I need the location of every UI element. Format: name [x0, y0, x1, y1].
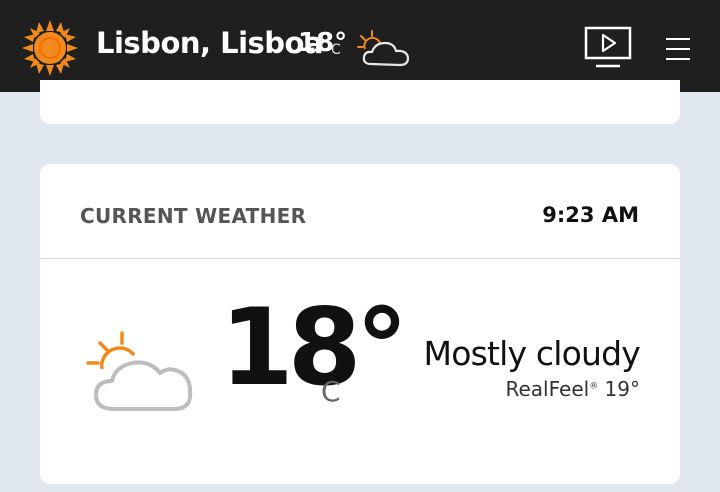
- card-title: CURRENT WEATHER: [80, 204, 307, 228]
- partly-cloudy-icon: [86, 331, 193, 411]
- weather-phrase: Mostly cloudy: [423, 334, 641, 373]
- hamburger-menu-icon[interactable]: [664, 36, 692, 62]
- realfeel-label: RealFeel: [505, 377, 590, 401]
- card-header: CURRENT WEATHER 9:23 AM: [40, 164, 680, 259]
- location-name[interactable]: Lisbon, Lisboa: [96, 26, 324, 60]
- card-body: 18° C Mostly cloudy RealFeel® 19°: [40, 259, 680, 484]
- partly-cloudy-icon: [357, 30, 410, 67]
- realfeel-temperature: RealFeel® 19°: [505, 377, 640, 401]
- sun-logo-icon[interactable]: [20, 18, 80, 78]
- current-temperature: 18°: [220, 286, 408, 409]
- current-weather-card[interactable]: CURRENT WEATHER 9:23 AM 18° C Mostly clo…: [40, 164, 680, 484]
- previous-card: [40, 80, 680, 124]
- top-bar: Lisbon, Lisboa 18° C: [0, 0, 720, 92]
- registered-mark: ®: [589, 381, 599, 392]
- temperature-unit: C: [321, 375, 341, 408]
- video-play-icon[interactable]: [584, 26, 632, 70]
- header-temperature-unit: C: [331, 42, 341, 58]
- observation-time: 9:23 AM: [542, 203, 639, 227]
- realfeel-value: 19°: [604, 377, 640, 401]
